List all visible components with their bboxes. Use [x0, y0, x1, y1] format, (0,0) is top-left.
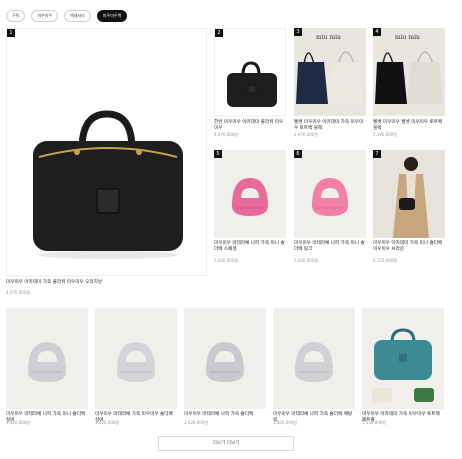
filter-chips: 구독 미우미우 액세서리 미우미우백	[6, 10, 128, 22]
product-card[interactable]: 미우미우 마테라쎄 나파 가죽 미니 숄더백 실버 3,420,000원	[6, 308, 88, 428]
brand-logo-text: miu miu	[316, 34, 341, 41]
product-name[interactable]: 미우미우 마테라쎄 나파 가죽 미니 숄더백 스페셜	[214, 241, 286, 253]
product-name[interactable]: 벨벳 미우미우 벨벳 미우미우 토트백 블랙	[373, 120, 445, 132]
product-price: 2,970,000원	[294, 132, 319, 137]
product-price: 4,970,000원	[6, 290, 31, 295]
product-price: 3,420,000원	[294, 258, 319, 263]
product-image[interactable]: 6	[294, 150, 366, 238]
product-card[interactable]: 4 miu miu 벨벳 미우미우 벨벳 미우미우 토트백 블랙 2,390,0…	[373, 28, 445, 140]
product-price: 3,420,000원	[95, 420, 120, 425]
product-card[interactable]: 미우미우 마테라쎄 나파 가죽 숄더백 메탈릭 3,420,000원	[273, 308, 355, 428]
product-price: 2,390,000원	[373, 132, 398, 137]
product-price: 3,420,000원	[214, 258, 239, 263]
filter-chip[interactable]: 구독	[6, 10, 26, 22]
filter-chip[interactable]: 액세서리	[64, 10, 91, 22]
product-card[interactable]: 1 미우미우 아카데미 가죽 플라워 미우미우 오리지날 4,970,000원	[6, 28, 207, 298]
rank-badge: 2	[215, 29, 223, 37]
product-image[interactable]: 2	[214, 28, 286, 116]
rank-badge: 5	[214, 150, 222, 158]
brand-logo-text: miu miu	[395, 34, 420, 41]
product-image[interactable]: 3 miu miu	[294, 28, 366, 116]
filter-chip[interactable]: 미우미우	[31, 10, 59, 22]
product-price: 4,970,000원	[214, 132, 239, 137]
product-image[interactable]	[273, 308, 355, 409]
product-card[interactable]: 미우미우 마테라쎄 가죽 미우미우 숄더백 실버 3,420,000원	[95, 308, 177, 428]
product-image[interactable]: 7	[373, 150, 445, 238]
product-image[interactable]: 5	[214, 150, 286, 238]
product-image[interactable]	[6, 308, 88, 409]
product-card[interactable]: 미우미우 아카데미 가죽 미우미우 토트백 페트롤 3,550,000원	[362, 308, 444, 428]
product-card[interactable]: 3 miu miu 벨벳 미우미우 아카데미 가죽 미우미우 토트백 블랙 2,…	[294, 28, 366, 140]
product-card[interactable]: 5 미우미우 마테라쎄 나파 가죽 미니 숄더백 스페셜 3,420,000원	[214, 150, 286, 265]
product-image[interactable]	[184, 308, 266, 409]
rank-badge: 3	[294, 28, 302, 36]
filter-chip-active[interactable]: 미우미우백	[96, 10, 128, 22]
product-price: 3,420,000원	[184, 420, 209, 425]
product-name[interactable]: 벨벳 미우미우 아카데미 가죽 미우미우 토트백 블랙	[294, 120, 366, 132]
product-price: 6,150,000원	[373, 258, 398, 263]
product-name[interactable]: 미우미우 마테라쎄 나파 가죽 미니 숄더백 핑크	[294, 241, 366, 253]
rank-badge: 6	[294, 150, 302, 158]
rank-badge: 7	[373, 150, 381, 158]
load-more-button[interactable]: 더보기 더보기	[158, 436, 294, 451]
product-price: 3,420,000원	[273, 420, 298, 425]
product-image[interactable]: 4 miu miu	[373, 28, 445, 116]
product-image[interactable]	[362, 308, 444, 409]
product-name[interactable]: 한번 미우미우 아카데미 플라워 미우미우	[214, 120, 286, 132]
product-card[interactable]: 7 미우미우 아카데미 가죽 미니 숄더백 미우미우 브라운 6,150,000…	[373, 150, 445, 265]
product-image[interactable]	[95, 308, 177, 409]
rank-badge: 1	[7, 29, 15, 37]
product-name[interactable]: 미우미우 아카데미 가죽 플라워 미우미우 오리지날	[6, 280, 207, 286]
product-price: 3,550,000원	[362, 420, 387, 425]
rank-badge: 4	[373, 28, 381, 36]
product-card[interactable]: 6 미우미우 마테라쎄 나파 가죽 미니 숄더백 핑크 3,420,000원	[294, 150, 366, 265]
product-name[interactable]: 미우미우 아카데미 가죽 미니 숄더백 미우미우 브라운	[373, 241, 445, 253]
product-card[interactable]: 미우미우 마테라쎄 나파 가죽 숄더백 3,420,000원	[184, 308, 266, 428]
product-image[interactable]: 1	[6, 28, 207, 276]
product-card[interactable]: 2 한번 미우미우 아카데미 플라워 미우미우 4,970,000원	[214, 28, 286, 140]
product-price: 3,420,000원	[6, 420, 31, 425]
product-name[interactable]: 미우미우 마테라쎄 나파 가죽 숄더백	[184, 412, 266, 418]
